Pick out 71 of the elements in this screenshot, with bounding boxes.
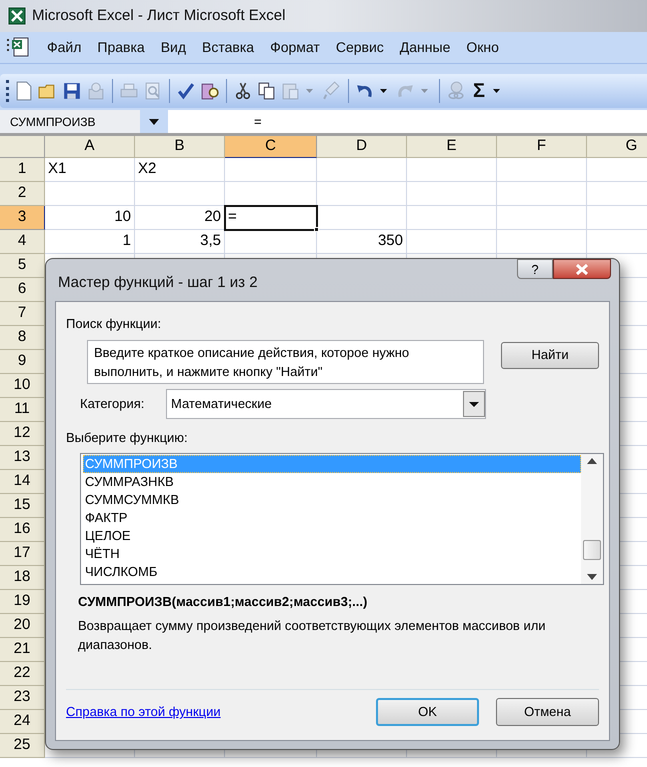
row-header[interactable]: 20: [0, 614, 45, 638]
row-header[interactable]: 12: [0, 422, 45, 446]
sum-button[interactable]: Σ: [469, 81, 490, 101]
function-list-item[interactable]: ФАКТР: [83, 509, 581, 527]
search-field[interactable]: Введите краткое описание действия, которое нужно выполнить, и нажмите кнопку "Найти": [87, 340, 484, 384]
formula-bar[interactable]: =: [254, 112, 262, 132]
dialog-title: Мастер функций - шаг 1 из 2: [58, 273, 258, 293]
table-cell[interactable]: 1: [45, 230, 135, 254]
row-header[interactable]: 21: [0, 638, 45, 662]
active-cell[interactable]: =: [225, 206, 317, 230]
help-link[interactable]: Справка по этой функции: [66, 702, 221, 722]
column-header[interactable]: C: [225, 136, 317, 158]
row-header[interactable]: 1: [0, 158, 45, 182]
function-list-item[interactable]: СУММСУММКВ: [83, 491, 581, 509]
column-header[interactable]: B: [135, 136, 225, 158]
menu-item[interactable]: Окно: [459, 37, 506, 58]
window-title: Microsoft Excel - Лист Microsoft Excel: [32, 6, 286, 26]
cancel-button[interactable]: Отмена: [496, 698, 599, 726]
row-header[interactable]: 18: [0, 566, 45, 590]
column-header[interactable]: A: [45, 136, 135, 158]
function-list-item[interactable]: ЧИСЛКОМБ: [83, 563, 581, 581]
table-cell[interactable]: 10: [45, 206, 135, 230]
menu-item[interactable]: Сервис: [328, 37, 391, 58]
column-header[interactable]: D: [317, 136, 407, 158]
row-header[interactable]: 25: [0, 734, 45, 758]
ok-button[interactable]: OK: [376, 698, 479, 726]
row-header[interactable]: 11: [0, 398, 45, 422]
row-header[interactable]: 9: [0, 350, 45, 374]
function-list-item[interactable]: СУММРАЗНКВ: [83, 473, 581, 491]
table-cell[interactable]: X2: [135, 158, 225, 182]
row-header[interactable]: 16: [0, 518, 45, 542]
row-header[interactable]: 10: [0, 374, 45, 398]
menu-item[interactable]: Формат: [263, 37, 327, 58]
function-list[interactable]: СУММПРОИЗВ СУММРАЗНКВ СУММСУММКВ ФАКТР ЦЕЛОЕ ЧЁТН ЧИСЛКОМБ: [80, 453, 604, 585]
row-header[interactable]: 6: [0, 278, 45, 302]
row-header[interactable]: 17: [0, 542, 45, 566]
category-dropdown[interactable]: Математические: [166, 388, 486, 418]
row-header[interactable]: 15: [0, 494, 45, 518]
row-header[interactable]: 3: [0, 206, 45, 230]
row-header[interactable]: 13: [0, 446, 45, 470]
search-label: Поиск функции:: [66, 315, 162, 333]
row-header[interactable]: 14: [0, 470, 45, 494]
row-header[interactable]: 7: [0, 302, 45, 326]
category-label: Категория:: [80, 394, 146, 413]
function-list-item[interactable]: ЦЕЛОЕ: [83, 527, 581, 545]
row-header[interactable]: 4: [0, 230, 45, 254]
function-list-item[interactable]: ЧЁТН: [83, 545, 581, 563]
row-header[interactable]: 2: [0, 182, 45, 206]
function-description: Возвращает сумму произведений соответствующих элементов массивов или диапазонов.: [78, 616, 547, 654]
function-list-label: Выберите функцию:: [66, 428, 189, 447]
help-button[interactable]: ?: [517, 259, 553, 279]
find-button[interactable]: Найти: [501, 342, 599, 368]
menu-item[interactable]: Правка: [90, 37, 152, 58]
menu-item[interactable]: Вставка: [195, 37, 262, 58]
table-cell[interactable]: X1: [45, 158, 135, 182]
menu-item[interactable]: Вид: [154, 37, 194, 58]
row-header[interactable]: 19: [0, 590, 45, 614]
function-signature: СУММПРОИЗВ(массив1;массив2;массив3;...): [78, 593, 368, 611]
row-header[interactable]: 23: [0, 686, 45, 710]
column-header[interactable]: E: [407, 136, 497, 158]
row-header[interactable]: 8: [0, 326, 45, 350]
table-cell[interactable]: 3,5: [135, 230, 225, 254]
row-header[interactable]: 24: [0, 710, 45, 734]
column-header[interactable]: F: [497, 136, 587, 158]
row-header[interactable]: 5: [0, 254, 45, 278]
row-header[interactable]: 22: [0, 662, 45, 686]
menu-item[interactable]: Данные: [392, 37, 458, 58]
table-cell[interactable]: 20: [135, 206, 225, 230]
column-header[interactable]: G: [587, 136, 647, 158]
table-cell[interactable]: 350: [317, 230, 407, 254]
menu-item[interactable]: Файл: [40, 37, 88, 58]
